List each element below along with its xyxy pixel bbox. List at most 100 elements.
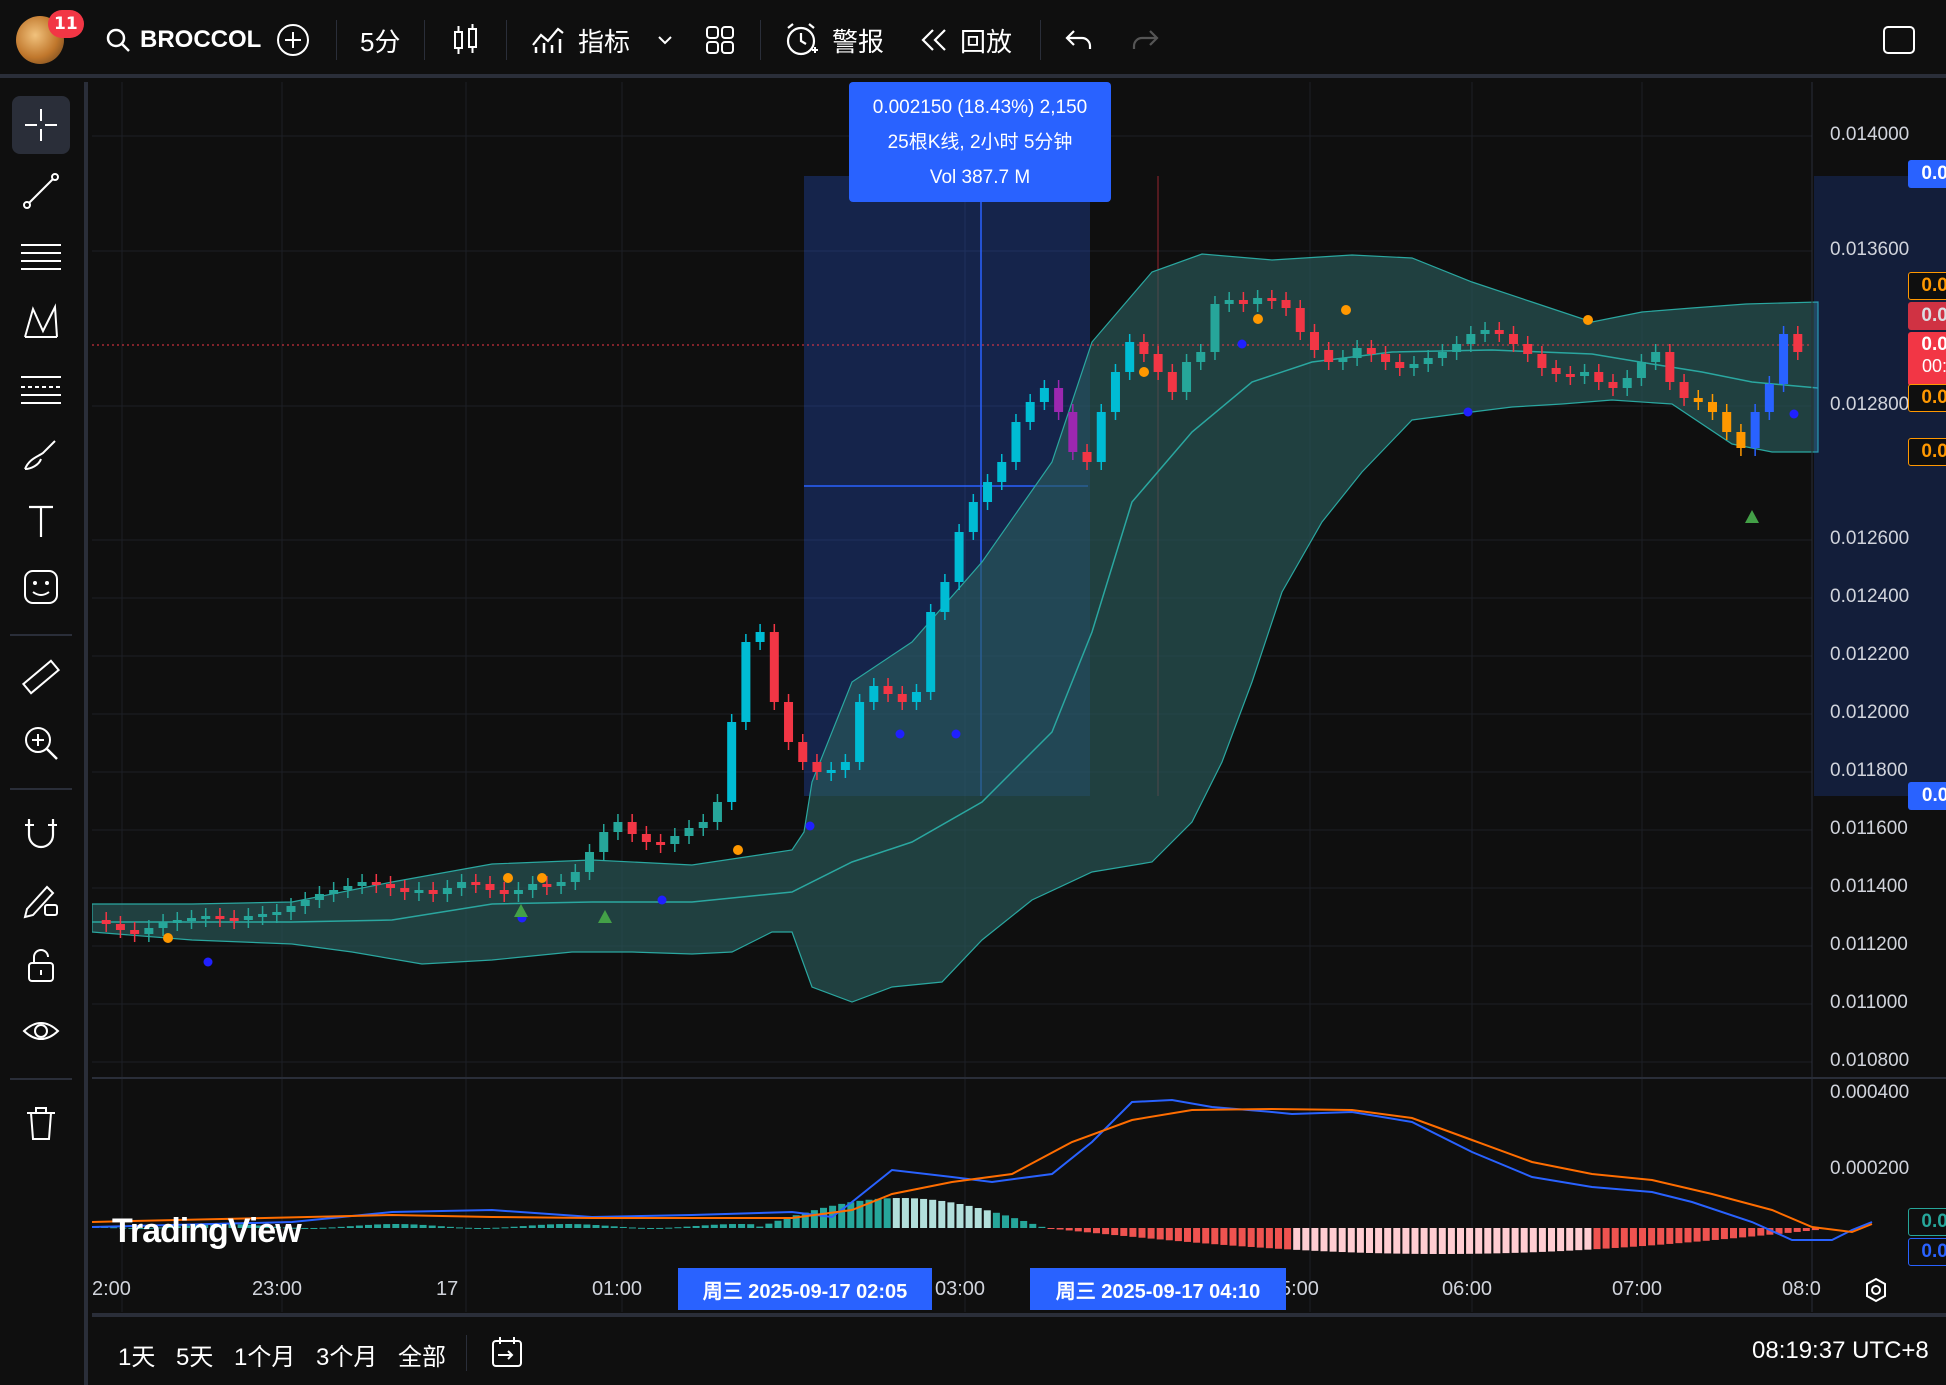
indicators-button[interactable]: 指标 — [530, 18, 630, 62]
fib-tool[interactable] — [12, 360, 70, 418]
clock-timezone-button[interactable]: 08:19:37 UTC+8 — [1752, 1337, 1929, 1365]
macd-bar — [1584, 1228, 1592, 1250]
chart-canvas[interactable] — [92, 82, 1946, 1385]
macd-bar — [519, 1226, 527, 1228]
alerts-button[interactable]: 警报 — [784, 18, 884, 62]
candle-body — [1167, 372, 1177, 392]
price-tick-label: 0.013600 — [1830, 239, 1910, 260]
emoji-tool[interactable] — [12, 558, 70, 616]
macd-bar — [1520, 1228, 1528, 1253]
compare-symbol-button[interactable] — [276, 18, 310, 62]
candle-body — [485, 884, 495, 890]
candle-body — [641, 834, 651, 842]
brush-tool[interactable] — [12, 426, 70, 484]
chart-area[interactable]: 0.014000 0.013600 0.012800 0.012600 0.012400… — [92, 82, 1946, 1385]
pencil-lock-icon — [23, 885, 58, 919]
macd-bar — [665, 1227, 673, 1229]
magnet-tool[interactable] — [12, 804, 70, 862]
candle-body — [1494, 330, 1504, 334]
lock-drawing-tool[interactable] — [12, 870, 70, 928]
macd-bar — [1138, 1228, 1146, 1238]
range-5d-button[interactable]: 5天 — [176, 1337, 213, 1372]
zoom-tool[interactable] — [12, 714, 70, 772]
macd-bar — [1538, 1228, 1546, 1252]
macd-bar — [692, 1225, 700, 1228]
candle-body — [1352, 348, 1362, 358]
chart-type-button[interactable] — [450, 18, 480, 62]
macd-bar — [1675, 1228, 1683, 1244]
macd-bar — [1548, 1228, 1555, 1252]
candle-body — [1068, 412, 1078, 452]
range-all-button[interactable]: 全部 — [398, 1337, 446, 1372]
redo-button[interactable] — [1130, 18, 1160, 62]
replay-button[interactable]: 回放 — [918, 18, 1012, 62]
horizontal-lines-icon — [21, 244, 61, 270]
candle-body — [997, 462, 1007, 482]
remove-drawings-tool[interactable] — [12, 1094, 70, 1152]
ruler-tool[interactable] — [12, 648, 70, 706]
candle-body — [1182, 362, 1192, 392]
candle-body — [115, 924, 125, 930]
lock-all-tool[interactable] — [12, 936, 70, 994]
macd-bar — [1275, 1228, 1282, 1249]
horizontal-lines-tool[interactable] — [12, 228, 70, 286]
signal-dot — [895, 729, 905, 739]
range-1d-button[interactable]: 1天 — [118, 1337, 155, 1372]
text-tool[interactable] — [12, 492, 70, 550]
pattern-tool[interactable] — [12, 294, 70, 352]
macd-bar — [383, 1224, 391, 1228]
candle-body — [1480, 330, 1490, 334]
symbol-search-button[interactable]: BROCCOL — [104, 18, 261, 62]
interval-label: 5分 — [360, 26, 401, 57]
candle-body — [1693, 398, 1703, 402]
macd-bar — [683, 1226, 691, 1228]
macd-bar — [501, 1227, 509, 1229]
macd-bar — [1083, 1228, 1091, 1233]
price-tick-label: 0.014000 — [1830, 124, 1910, 145]
macd-bar — [601, 1225, 609, 1228]
fullscreen-button[interactable] — [1882, 18, 1916, 62]
price-tick-label: 0.012600 — [1830, 528, 1910, 549]
bottom-toolbar: 1天 5天 1个月 3个月 全部 08:19:37 UTC+8 — [92, 1315, 1946, 1385]
macd-bar — [1684, 1228, 1692, 1243]
candle-body — [357, 882, 367, 886]
crosshair-tool[interactable] — [12, 96, 70, 154]
signal-dot — [1139, 367, 1149, 377]
range-start-time-tag: 周三 2025-09-17 02:05 — [678, 1268, 932, 1310]
candle-body — [585, 852, 595, 872]
interval-button[interactable]: 5分 — [360, 18, 400, 62]
symbol-label: BROCCOL — [140, 26, 262, 53]
range-3m-button[interactable]: 3个月 — [316, 1337, 377, 1372]
price-tick-label: 0.012000 — [1830, 702, 1910, 723]
layout-button[interactable] — [704, 18, 736, 62]
time-tick-label: 2:00 — [92, 1278, 131, 1300]
macd-bar — [765, 1223, 773, 1228]
macd-bar — [1347, 1228, 1355, 1253]
macd-bar — [1457, 1228, 1464, 1254]
macd-bar — [319, 1227, 327, 1229]
macd-bar — [1102, 1228, 1110, 1235]
macd-bar — [565, 1224, 573, 1228]
signal-dot — [203, 957, 213, 967]
candle-body — [1039, 388, 1049, 402]
candle-body — [1025, 402, 1035, 422]
go-to-date-button[interactable] — [490, 1335, 524, 1373]
macd-bar — [392, 1224, 400, 1228]
macd-bar — [1174, 1228, 1182, 1242]
crosshair-icon — [25, 109, 57, 141]
macd-bar — [1284, 1228, 1292, 1250]
macd-bar — [492, 1227, 500, 1229]
signal-dot — [805, 821, 815, 831]
search-icon — [106, 28, 130, 52]
candle-body — [300, 900, 310, 906]
indicators-dropdown[interactable] — [656, 18, 674, 62]
signal-dot — [733, 845, 743, 855]
trend-line-tool[interactable] — [12, 162, 70, 220]
candle-body — [499, 890, 509, 894]
range-1m-button[interactable]: 1个月 — [234, 1337, 295, 1372]
undo-button[interactable] — [1064, 18, 1094, 62]
macd-bar — [1502, 1228, 1510, 1254]
macd-bar — [1229, 1228, 1237, 1246]
hide-drawings-tool[interactable] — [12, 1002, 70, 1060]
axis-settings-button[interactable] — [1862, 1276, 1890, 1308]
